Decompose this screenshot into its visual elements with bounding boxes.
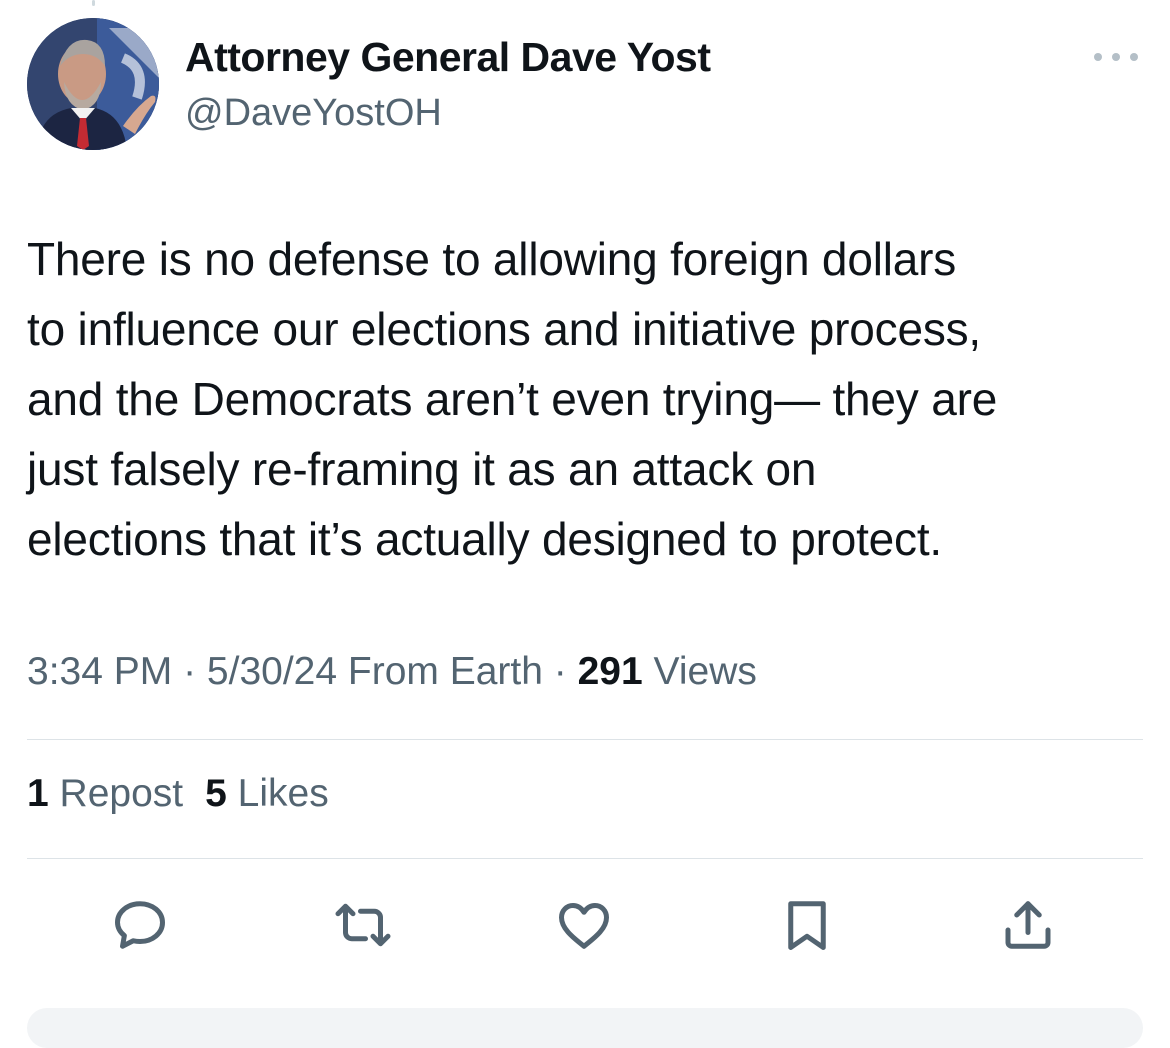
share-button[interactable] xyxy=(996,893,1060,957)
reposts-stat[interactable]: 1 Repost xyxy=(27,772,183,815)
more-dot-icon xyxy=(1112,53,1120,61)
like-button[interactable] xyxy=(552,893,616,957)
avatar[interactable] xyxy=(27,18,159,150)
tweet-text: There is no defense to allowing foreign … xyxy=(27,224,1147,574)
likes-count: 5 xyxy=(205,772,227,815)
profile-photo xyxy=(27,18,159,150)
reposts-count: 1 xyxy=(27,772,49,815)
reply-compose-bar[interactable] xyxy=(27,1008,1143,1048)
tweet-text-line: to influence our elections and initiativ… xyxy=(27,303,982,355)
author-display-name[interactable]: Attorney General Dave Yost xyxy=(185,34,711,81)
more-dot-icon xyxy=(1094,53,1102,61)
views-label: Views xyxy=(653,650,757,693)
bookmark-button[interactable] xyxy=(775,893,839,957)
meta-separator: · xyxy=(542,650,578,693)
tweet-date[interactable]: 5/30/24 xyxy=(207,650,337,693)
engagement-stats: 1 Repost 5 Likes xyxy=(27,772,351,816)
tweet-metadata: 3:34 PM · 5/30/24 From Earth · 291 Views xyxy=(27,650,757,694)
more-options-button[interactable] xyxy=(1092,44,1140,70)
likes-label: Likes xyxy=(237,772,329,815)
share-upload-icon xyxy=(1005,901,1051,949)
tweet-text-line: There is no defense to allowing foreign … xyxy=(27,233,957,285)
divider xyxy=(27,739,1143,740)
heart-icon xyxy=(559,903,609,949)
author-handle[interactable]: @DaveYostOH xyxy=(185,92,442,135)
tweet-source: From Earth xyxy=(347,650,543,693)
reply-button[interactable] xyxy=(108,893,172,957)
repost-arrows-icon xyxy=(335,903,391,947)
bookmark-icon xyxy=(788,901,826,950)
more-dot-icon xyxy=(1130,53,1138,61)
likes-stat[interactable]: 5 Likes xyxy=(205,772,329,815)
tweet-text-line: elections that it’s actually designed to… xyxy=(27,513,943,565)
meta-separator: · xyxy=(172,650,207,693)
views-count: 291 xyxy=(577,650,643,693)
reposts-label: Repost xyxy=(59,772,184,815)
repost-button[interactable] xyxy=(331,893,395,957)
divider xyxy=(27,858,1143,859)
tweet-text-line: and the Democrats aren’t even trying— th… xyxy=(27,373,998,425)
tweet-time[interactable]: 3:34 PM xyxy=(27,650,172,693)
speech-bubble-icon xyxy=(115,901,165,949)
thread-connector-line xyxy=(92,0,95,6)
tweet-text-line: just falsely re-framing it as an attack … xyxy=(27,443,817,495)
